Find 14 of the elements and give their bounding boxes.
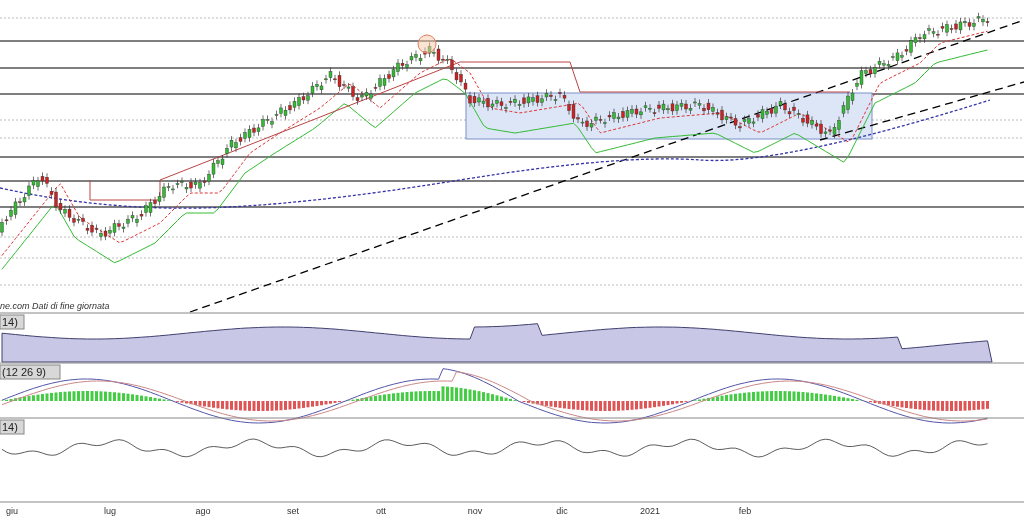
source-note: ne.com Dati di fine giornata	[0, 301, 110, 311]
axis-label: set	[287, 506, 299, 516]
axis-label: lug	[104, 506, 116, 516]
axis-label: nov	[467, 506, 483, 516]
highlight-circle	[417, 34, 437, 54]
indicator-label: 14)	[0, 314, 25, 330]
axis-label: ago	[195, 506, 211, 516]
axis-label: ott	[376, 506, 386, 516]
axis-label: 2021	[640, 506, 660, 516]
indicator-label: 14)	[0, 419, 25, 435]
axis-label: feb	[738, 506, 752, 516]
indicator-label: (12 26 9)	[0, 364, 61, 380]
axis-label: giu	[6, 506, 18, 516]
axis-label: dic	[556, 506, 568, 516]
